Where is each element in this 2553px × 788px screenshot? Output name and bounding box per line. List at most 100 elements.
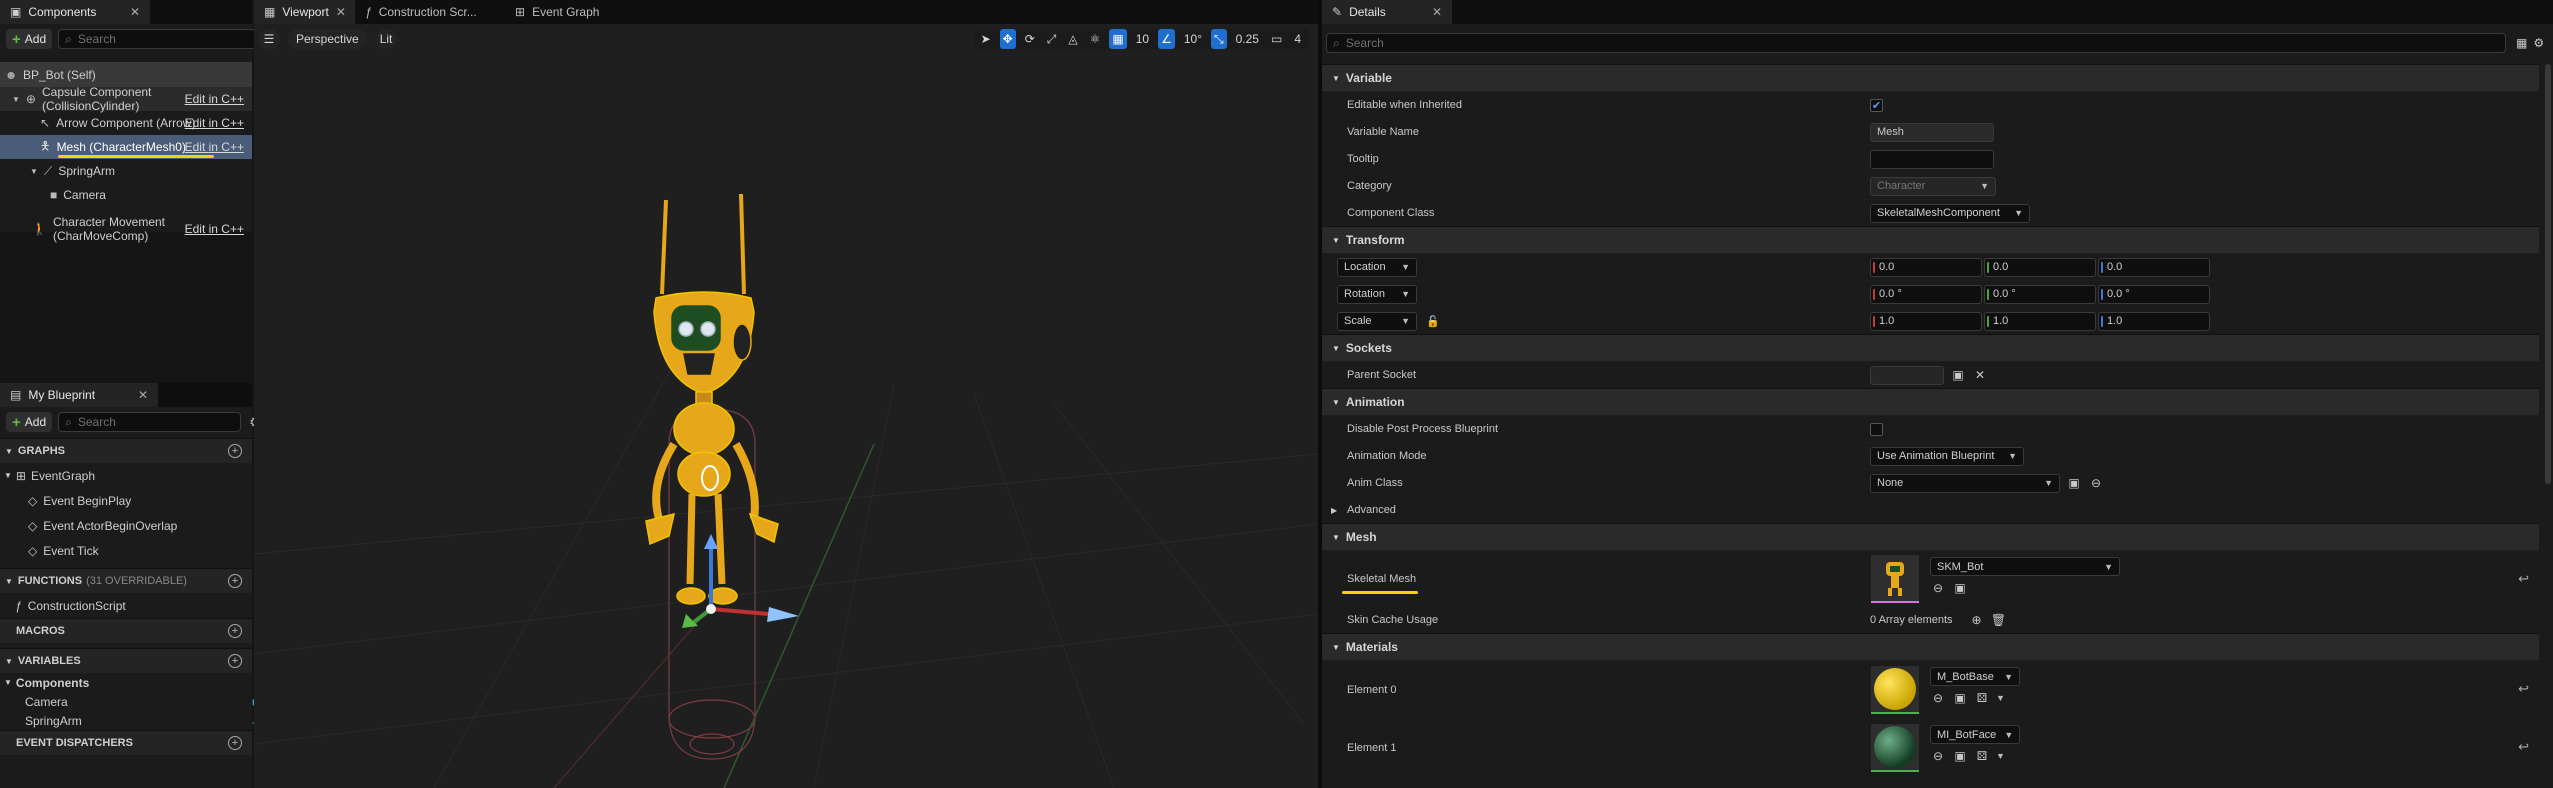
browse-icon[interactable]: ▣: [2066, 475, 2082, 491]
browse-icon[interactable]: ▣: [1952, 690, 1968, 706]
viewport-menu-button[interactable]: ☰: [258, 29, 280, 49]
add-blueprint-item-button[interactable]: + Add: [6, 412, 53, 432]
unlock-icon[interactable]: 🔓: [1426, 315, 1440, 328]
scale-z-field[interactable]: 1.0: [2098, 311, 2210, 331]
expand-arrow-icon[interactable]: ▼: [30, 167, 38, 176]
chevron-down-icon[interactable]: ▼: [1996, 751, 2005, 761]
edit-in-cpp-link[interactable]: Edit in C++: [185, 140, 244, 154]
tree-row-movement[interactable]: 🚶 Character Movement (CharMoveComp) Edit…: [0, 215, 252, 243]
function-item[interactable]: ƒ ConstructionScript: [0, 593, 252, 618]
reset-to-default-icon[interactable]: ↩: [2518, 571, 2529, 587]
scale-x-field[interactable]: 1.0: [1870, 311, 1982, 331]
tree-row-springarm[interactable]: ▼ ⟋ SpringArm: [0, 159, 252, 183]
expand-arrow-icon[interactable]: ▼: [12, 95, 20, 104]
rotation-combo[interactable]: Rotation ▼: [1337, 284, 1417, 304]
trash-icon[interactable]: 🗑: [1991, 612, 2007, 628]
details-scrollbar[interactable]: [2545, 64, 2551, 484]
animation-mode-combo[interactable]: Use Animation Blueprint ▼: [1870, 446, 2024, 466]
category-variable[interactable]: ▼ Variable: [1322, 64, 2539, 91]
variable-item[interactable]: Camera ■: [0, 692, 259, 711]
tab-components[interactable]: ▣ Components ✕: [0, 0, 150, 24]
lit-button[interactable]: Lit: [374, 29, 398, 49]
material-combo[interactable]: MI_BotFace ▼: [1930, 725, 2020, 744]
add-function-icon[interactable]: +: [228, 574, 242, 588]
tree-row-camera[interactable]: ■ Camera: [0, 183, 252, 207]
components-search-input[interactable]: ⌕ Search: [58, 29, 257, 49]
surface-snap-icon[interactable]: ⚛: [1087, 29, 1104, 49]
use-selected-icon[interactable]: ⊖: [1930, 748, 1946, 764]
functions-section-header[interactable]: ▼ FUNCTIONS (31 OVERRIDABLE) +: [0, 568, 252, 593]
select-mode-icon[interactable]: ➤: [978, 29, 994, 49]
edit-in-cpp-link[interactable]: Edit in C++: [185, 92, 244, 106]
close-icon[interactable]: ✕: [138, 388, 148, 402]
edit-in-cpp-link[interactable]: Edit in C++: [185, 222, 244, 236]
tooltip-field[interactable]: [1870, 149, 1994, 169]
category-combo[interactable]: Character ▼: [1870, 176, 1996, 196]
scale-mode-icon[interactable]: ⤢: [1044, 29, 1060, 49]
graphs-section-header[interactable]: ▼ GRAPHS +: [0, 438, 252, 463]
table-view-icon[interactable]: ▦: [2516, 36, 2527, 50]
use-selected-icon[interactable]: ⊖: [2088, 475, 2104, 491]
close-icon[interactable]: ✕: [336, 5, 346, 19]
scale-snap-value[interactable]: 0.25: [1233, 29, 1262, 49]
tab-details[interactable]: ✎ Details ✕: [1322, 0, 1452, 24]
add-graph-icon[interactable]: +: [228, 444, 242, 458]
tab-viewport[interactable]: ▦ Viewport ✕: [254, 0, 355, 24]
category-transform[interactable]: ▼ Transform: [1322, 226, 2539, 253]
rotation-y-field[interactable]: 0.0 °: [1984, 284, 2096, 304]
translate-mode-icon[interactable]: ✥: [999, 29, 1016, 49]
material-thumbnail[interactable]: [1871, 724, 1919, 772]
use-selected-icon[interactable]: ⊖: [1930, 580, 1946, 596]
gear-icon[interactable]: ⚙: [2533, 36, 2544, 50]
rotation-snap-value[interactable]: 10°: [1181, 29, 1205, 49]
location-x-field[interactable]: 0.0: [1870, 257, 1982, 277]
edit-in-cpp-link[interactable]: Edit in C++: [185, 116, 244, 130]
add-component-button[interactable]: + Add: [6, 29, 53, 49]
grid-snap-icon[interactable]: ▦: [1109, 29, 1127, 49]
close-icon[interactable]: ✕: [1432, 5, 1442, 19]
scale-y-field[interactable]: 1.0: [1984, 311, 2096, 331]
skeletal-mesh-thumbnail[interactable]: [1871, 555, 1919, 603]
perspective-button[interactable]: Perspective: [288, 29, 367, 49]
rotation-x-field[interactable]: 0.0 °: [1870, 284, 1982, 304]
disable-post-process-checkbox[interactable]: [1870, 422, 1883, 436]
add-variable-icon[interactable]: +: [228, 654, 242, 668]
anim-class-combo[interactable]: None ▼: [1870, 473, 2060, 493]
add-dispatcher-icon[interactable]: +: [228, 736, 242, 750]
use-selected-icon[interactable]: ⊖: [1930, 690, 1946, 706]
component-class-combo[interactable]: SkeletalMeshComponent ▼: [1870, 203, 2030, 223]
location-y-field[interactable]: 0.0: [1984, 257, 2096, 277]
close-icon[interactable]: ✕: [130, 5, 140, 19]
variables-section-header[interactable]: ▼ VARIABLES +: [0, 648, 252, 673]
tree-row-self[interactable]: ☻ BP_Bot (Self): [0, 62, 252, 87]
category-sockets[interactable]: ▼ Sockets: [1322, 334, 2539, 361]
material-combo[interactable]: M_BotBase ▼: [1930, 667, 2020, 686]
tab-construction-script[interactable]: ƒ Construction Scr...: [355, 0, 505, 24]
variable-item[interactable]: SpringArm ⟋: [0, 711, 260, 730]
camera-speed-value[interactable]: 4: [1291, 29, 1304, 49]
tab-my-blueprint[interactable]: ▤ My Blueprint ✕: [0, 383, 158, 407]
material-thumbnail[interactable]: [1871, 666, 1919, 714]
macros-section-header[interactable]: MACROS +: [0, 618, 252, 643]
viewport-scene[interactable]: ☰ Perspective Lit ➤ ✥ ⟳ ⤢ ◬ ⚛ ▦ 10 ∠ 10°…: [254, 24, 1318, 788]
camera-speed-icon[interactable]: ▭: [1268, 29, 1285, 49]
reset-to-default-icon[interactable]: ↩: [2518, 739, 2529, 755]
category-animation[interactable]: ▼ Animation: [1322, 388, 2539, 415]
scale-snap-icon[interactable]: ⤡: [1211, 29, 1227, 49]
event-dispatchers-section-header[interactable]: EVENT DISPATCHERS +: [0, 730, 252, 755]
add-element-icon[interactable]: ⊕: [1969, 612, 1985, 628]
variable-group-components[interactable]: ▼ Components: [0, 673, 252, 692]
scale-combo[interactable]: Scale ▼: [1337, 311, 1417, 331]
transform-gizmo[interactable]: [682, 534, 799, 628]
rotate-mode-icon[interactable]: ⟳: [1022, 29, 1038, 49]
editable-inherited-checkbox[interactable]: ✔: [1870, 98, 1883, 112]
add-macro-icon[interactable]: +: [228, 624, 242, 638]
rotation-snap-icon[interactable]: ∠: [1158, 29, 1175, 49]
browse-icon[interactable]: ▣: [1952, 748, 1968, 764]
tree-row-capsule[interactable]: ▼ ⊕ Capsule Component (CollisionCylinder…: [0, 85, 252, 113]
rotation-z-field[interactable]: 0.0 °: [2098, 284, 2210, 304]
location-z-field[interactable]: 0.0: [2098, 257, 2210, 277]
browse-icon[interactable]: ▣: [1950, 367, 1966, 383]
event-graph-item[interactable]: ▼ ⊞ EventGraph: [0, 463, 252, 488]
category-materials[interactable]: ▼ Materials: [1322, 633, 2539, 660]
